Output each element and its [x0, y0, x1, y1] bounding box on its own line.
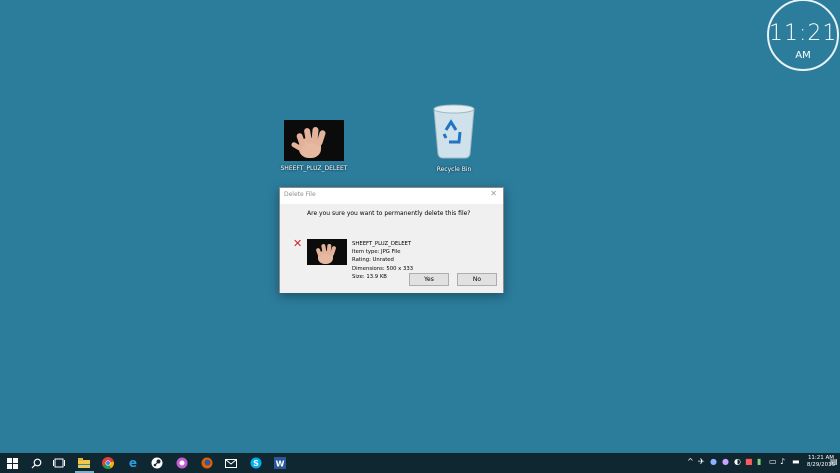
image-thumbnail: [284, 120, 344, 161]
app-icon[interactable]: [175, 456, 189, 470]
task-view-icon[interactable]: [52, 456, 66, 470]
skype-icon[interactable]: S: [249, 456, 263, 470]
file-rating: Rating: Unrated: [352, 257, 394, 264]
keyboard-icon[interactable]: ▬: [792, 457, 800, 466]
network-icon[interactable]: ✈: [698, 457, 705, 466]
file-explorer-icon[interactable]: [77, 456, 91, 470]
taskbar: e S W ^ ✈ ● ● ◐ ■ ▮ ▭ ♪ ▬ 11:21 AM 8/29/…: [0, 453, 840, 473]
desktop-icon-recycle-bin[interactable]: Recycle Bin: [424, 102, 484, 173]
recycle-bin-icon: [433, 104, 475, 159]
close-icon[interactable]: ✕: [490, 189, 497, 198]
file-dimensions: Dimensions: 500 x 333: [352, 265, 414, 272]
steam-icon[interactable]: [150, 456, 164, 470]
volume-icon[interactable]: ♪: [780, 457, 785, 466]
chevron-up-icon[interactable]: ^: [687, 457, 694, 466]
svg-text:W: W: [276, 460, 285, 469]
desktop-icon-label: Recycle Bin: [436, 166, 472, 173]
desktop-icon-image-file[interactable]: SHEEFT_PLUZ_DELEET: [280, 120, 348, 172]
delete-file-dialog: Delete File ✕ Are you sure you want to p…: [279, 187, 504, 293]
no-button[interactable]: No: [457, 273, 497, 286]
yes-button[interactable]: Yes: [409, 273, 449, 286]
file-thumbnail: [307, 239, 347, 265]
battery-icon[interactable]: ▮: [757, 457, 761, 466]
file-item-type: Item type: JPG File: [352, 249, 401, 256]
desktop-icon-label: SHEEFT_PLUZ_DELEET: [280, 165, 348, 172]
app-icon[interactable]: ●: [710, 457, 717, 466]
file-details: SHEEFT_PLUZ_DELEET Item type: JPG File R…: [352, 240, 413, 281]
mail-icon[interactable]: [224, 456, 238, 470]
svg-text:S: S: [253, 459, 259, 468]
dialog-question: Are you sure you want to permanently del…: [307, 210, 471, 217]
file-size: Size: 13.9 KB: [352, 273, 387, 280]
file-name: SHEEFT_PLUZ_DELEET: [352, 241, 412, 247]
delete-x-icon: ✕: [293, 237, 303, 250]
start-icon[interactable]: [5, 456, 19, 470]
dialog-title: Delete File: [284, 191, 316, 198]
chrome-icon[interactable]: [101, 456, 115, 470]
monitor-icon[interactable]: ▭: [769, 457, 777, 466]
game-icon[interactable]: ■: [745, 457, 753, 466]
steam-icon[interactable]: ◐: [734, 457, 741, 466]
app-icon[interactable]: ●: [722, 457, 729, 466]
clock-widget: 11:21 AM: [767, 0, 839, 71]
word-icon[interactable]: W: [273, 456, 287, 470]
clock-ampm: AM: [795, 50, 811, 61]
search-icon[interactable]: [29, 456, 43, 470]
firefox-icon[interactable]: [200, 456, 214, 470]
clock-time: 11:21: [769, 21, 838, 46]
edge-icon[interactable]: e: [126, 456, 140, 470]
notification-icon[interactable]: ▤: [830, 457, 838, 466]
